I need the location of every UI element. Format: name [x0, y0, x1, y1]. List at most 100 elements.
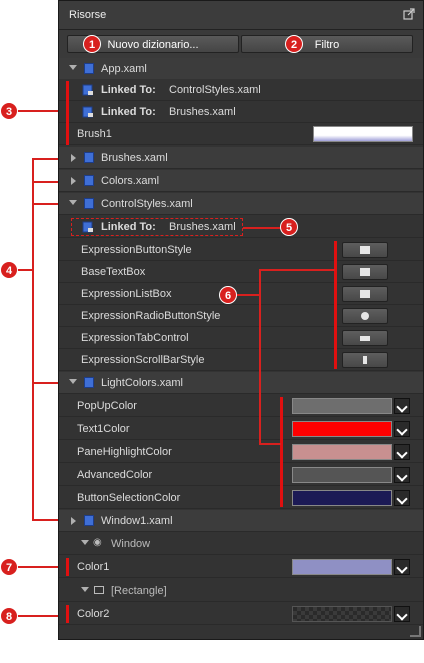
- callout-2: 2: [285, 35, 303, 53]
- style-preview-textbox[interactable]: [342, 264, 388, 280]
- tree-item-rectangle[interactable]: [Rectangle]: [59, 580, 423, 602]
- style-preview-radio[interactable]: [342, 308, 388, 324]
- style-item[interactable]: ExpressionButtonStyle: [59, 239, 423, 261]
- tree-item-lightcolors[interactable]: LightColors.xaml: [59, 372, 423, 394]
- color-name: ButtonSelectionColor: [77, 492, 181, 504]
- gradient-swatch[interactable]: [313, 126, 413, 142]
- dock-icon[interactable]: [403, 8, 415, 20]
- link-icon: [82, 221, 93, 233]
- expand-icon[interactable]: [69, 379, 77, 384]
- resource-brush1[interactable]: Brush1: [59, 123, 423, 145]
- color-swatch[interactable]: [292, 490, 392, 506]
- callout-6-bar-2: [280, 397, 283, 507]
- tree-item-label: Window1.xaml: [101, 515, 173, 527]
- tree-item-label: Window: [111, 538, 151, 550]
- dropdown-arrow-icon[interactable]: [394, 467, 410, 483]
- dropdown-arrow-icon[interactable]: [394, 398, 410, 414]
- color-resource-row[interactable]: PaneHighlightColor: [59, 441, 423, 463]
- dropdown-arrow-icon[interactable]: [394, 421, 410, 437]
- tree-item-brushes[interactable]: Brushes.xaml: [59, 147, 423, 169]
- expand-icon[interactable]: [69, 200, 77, 205]
- filter-button[interactable]: Filtro: [241, 35, 413, 53]
- expand-icon[interactable]: [71, 154, 76, 162]
- callout-3-bar: [66, 81, 69, 145]
- linked-target: Brushes.xaml: [169, 221, 236, 233]
- tree-item-label: Colors.xaml: [101, 175, 160, 187]
- color-swatch[interactable]: [292, 444, 392, 460]
- callout-6-bar: [334, 241, 337, 369]
- callout-6: 6: [219, 286, 237, 304]
- dropdown-arrow-icon[interactable]: [394, 559, 410, 575]
- expand-icon[interactable]: [71, 517, 76, 525]
- style-label: BaseTextBox: [81, 266, 146, 278]
- style-preview-scrollbar[interactable]: [342, 352, 388, 368]
- tree-item-label: LightColors.xaml: [101, 377, 183, 389]
- file-icon: [84, 198, 94, 209]
- resize-grip-icon[interactable]: [410, 626, 421, 637]
- color-name: Text1Color: [77, 423, 130, 435]
- callout-3: 3: [0, 102, 18, 120]
- callout-5: 5: [280, 218, 298, 236]
- dropdown-arrow-icon[interactable]: [394, 490, 410, 506]
- style-item[interactable]: BaseTextBox: [59, 261, 423, 283]
- color-resource-row[interactable]: AdvancedColor: [59, 464, 423, 486]
- callout-4-stub: [17, 269, 33, 271]
- color-swatch[interactable]: [292, 398, 392, 414]
- callout-5-line: [243, 227, 281, 229]
- expand-icon[interactable]: [81, 540, 89, 545]
- style-label: ExpressionListBox: [81, 288, 172, 300]
- tree-item-window1[interactable]: Window1.xaml: [59, 510, 423, 532]
- color-swatch[interactable]: [292, 421, 392, 437]
- tree-item-label: ControlStyles.xaml: [101, 198, 193, 210]
- color-swatch[interactable]: [292, 559, 392, 575]
- expand-icon[interactable]: [69, 65, 77, 70]
- transparent-swatch[interactable]: [292, 606, 392, 622]
- callout-1: 1: [83, 35, 101, 53]
- callout-7-bar: [66, 558, 69, 576]
- style-label: ExpressionTabControl: [81, 332, 189, 344]
- linked-item-brushes[interactable]: Linked To: Brushes.xaml: [59, 101, 423, 123]
- linked-prefix: Linked To:: [101, 84, 156, 96]
- expand-icon[interactable]: [71, 177, 76, 185]
- resource-color1[interactable]: Color1: [59, 556, 423, 578]
- callout-8: 8: [0, 607, 18, 625]
- style-item[interactable]: ExpressionTabControl: [59, 327, 423, 349]
- dropdown-arrow-icon[interactable]: [394, 606, 410, 622]
- linked-item-controlstyles[interactable]: Linked To: ControlStyles.xaml: [59, 79, 423, 101]
- linked-prefix: Linked To:: [101, 106, 156, 118]
- style-label: ExpressionScrollBarStyle: [81, 354, 205, 366]
- rectangle-icon: [94, 586, 104, 594]
- tree-item-app[interactable]: App.xaml: [59, 58, 423, 80]
- file-icon: [84, 63, 94, 74]
- style-preview-listbox[interactable]: [342, 286, 388, 302]
- style-preview-button[interactable]: [342, 242, 388, 258]
- tree-item-window[interactable]: ◉ Window: [59, 533, 423, 555]
- resource-label: Color1: [77, 561, 110, 573]
- callout-4: 4: [0, 261, 18, 279]
- panel-title: Risorse: [69, 9, 107, 21]
- style-item[interactable]: ExpressionRadioButtonStyle: [59, 305, 423, 327]
- linked-prefix: Linked To:: [101, 221, 156, 233]
- color-resource-row[interactable]: ButtonSelectionColor: [59, 487, 423, 509]
- tree-item-controlstyles[interactable]: ControlStyles.xaml: [59, 193, 423, 215]
- style-label: ExpressionButtonStyle: [81, 244, 192, 256]
- link-icon: [82, 84, 93, 96]
- dropdown-arrow-icon[interactable]: [394, 444, 410, 460]
- callout-6-line-h2: [259, 443, 281, 445]
- panel-titlebar: Risorse: [59, 1, 423, 30]
- style-preview-tabcontrol[interactable]: [342, 330, 388, 346]
- tree-item-colors[interactable]: Colors.xaml: [59, 170, 423, 192]
- linked-target: ControlStyles.xaml: [169, 84, 261, 96]
- linked-item-controlstyles-brushes[interactable]: Linked To: Brushes.xaml 5: [59, 216, 423, 238]
- resource-color2[interactable]: Color2: [59, 603, 423, 625]
- file-icon: [84, 152, 94, 163]
- button-bar: Nuovo dizionario... Filtro 1 2: [59, 30, 423, 59]
- color-resource-row[interactable]: PopUpColor: [59, 395, 423, 417]
- link-icon: [82, 106, 93, 118]
- callout-8-bar: [66, 605, 69, 623]
- tree-item-label: Brushes.xaml: [101, 152, 168, 164]
- expand-icon[interactable]: [81, 587, 89, 592]
- style-item[interactable]: ExpressionScrollBarStyle: [59, 349, 423, 371]
- color-swatch[interactable]: [292, 467, 392, 483]
- color-resource-row[interactable]: Text1Color: [59, 418, 423, 440]
